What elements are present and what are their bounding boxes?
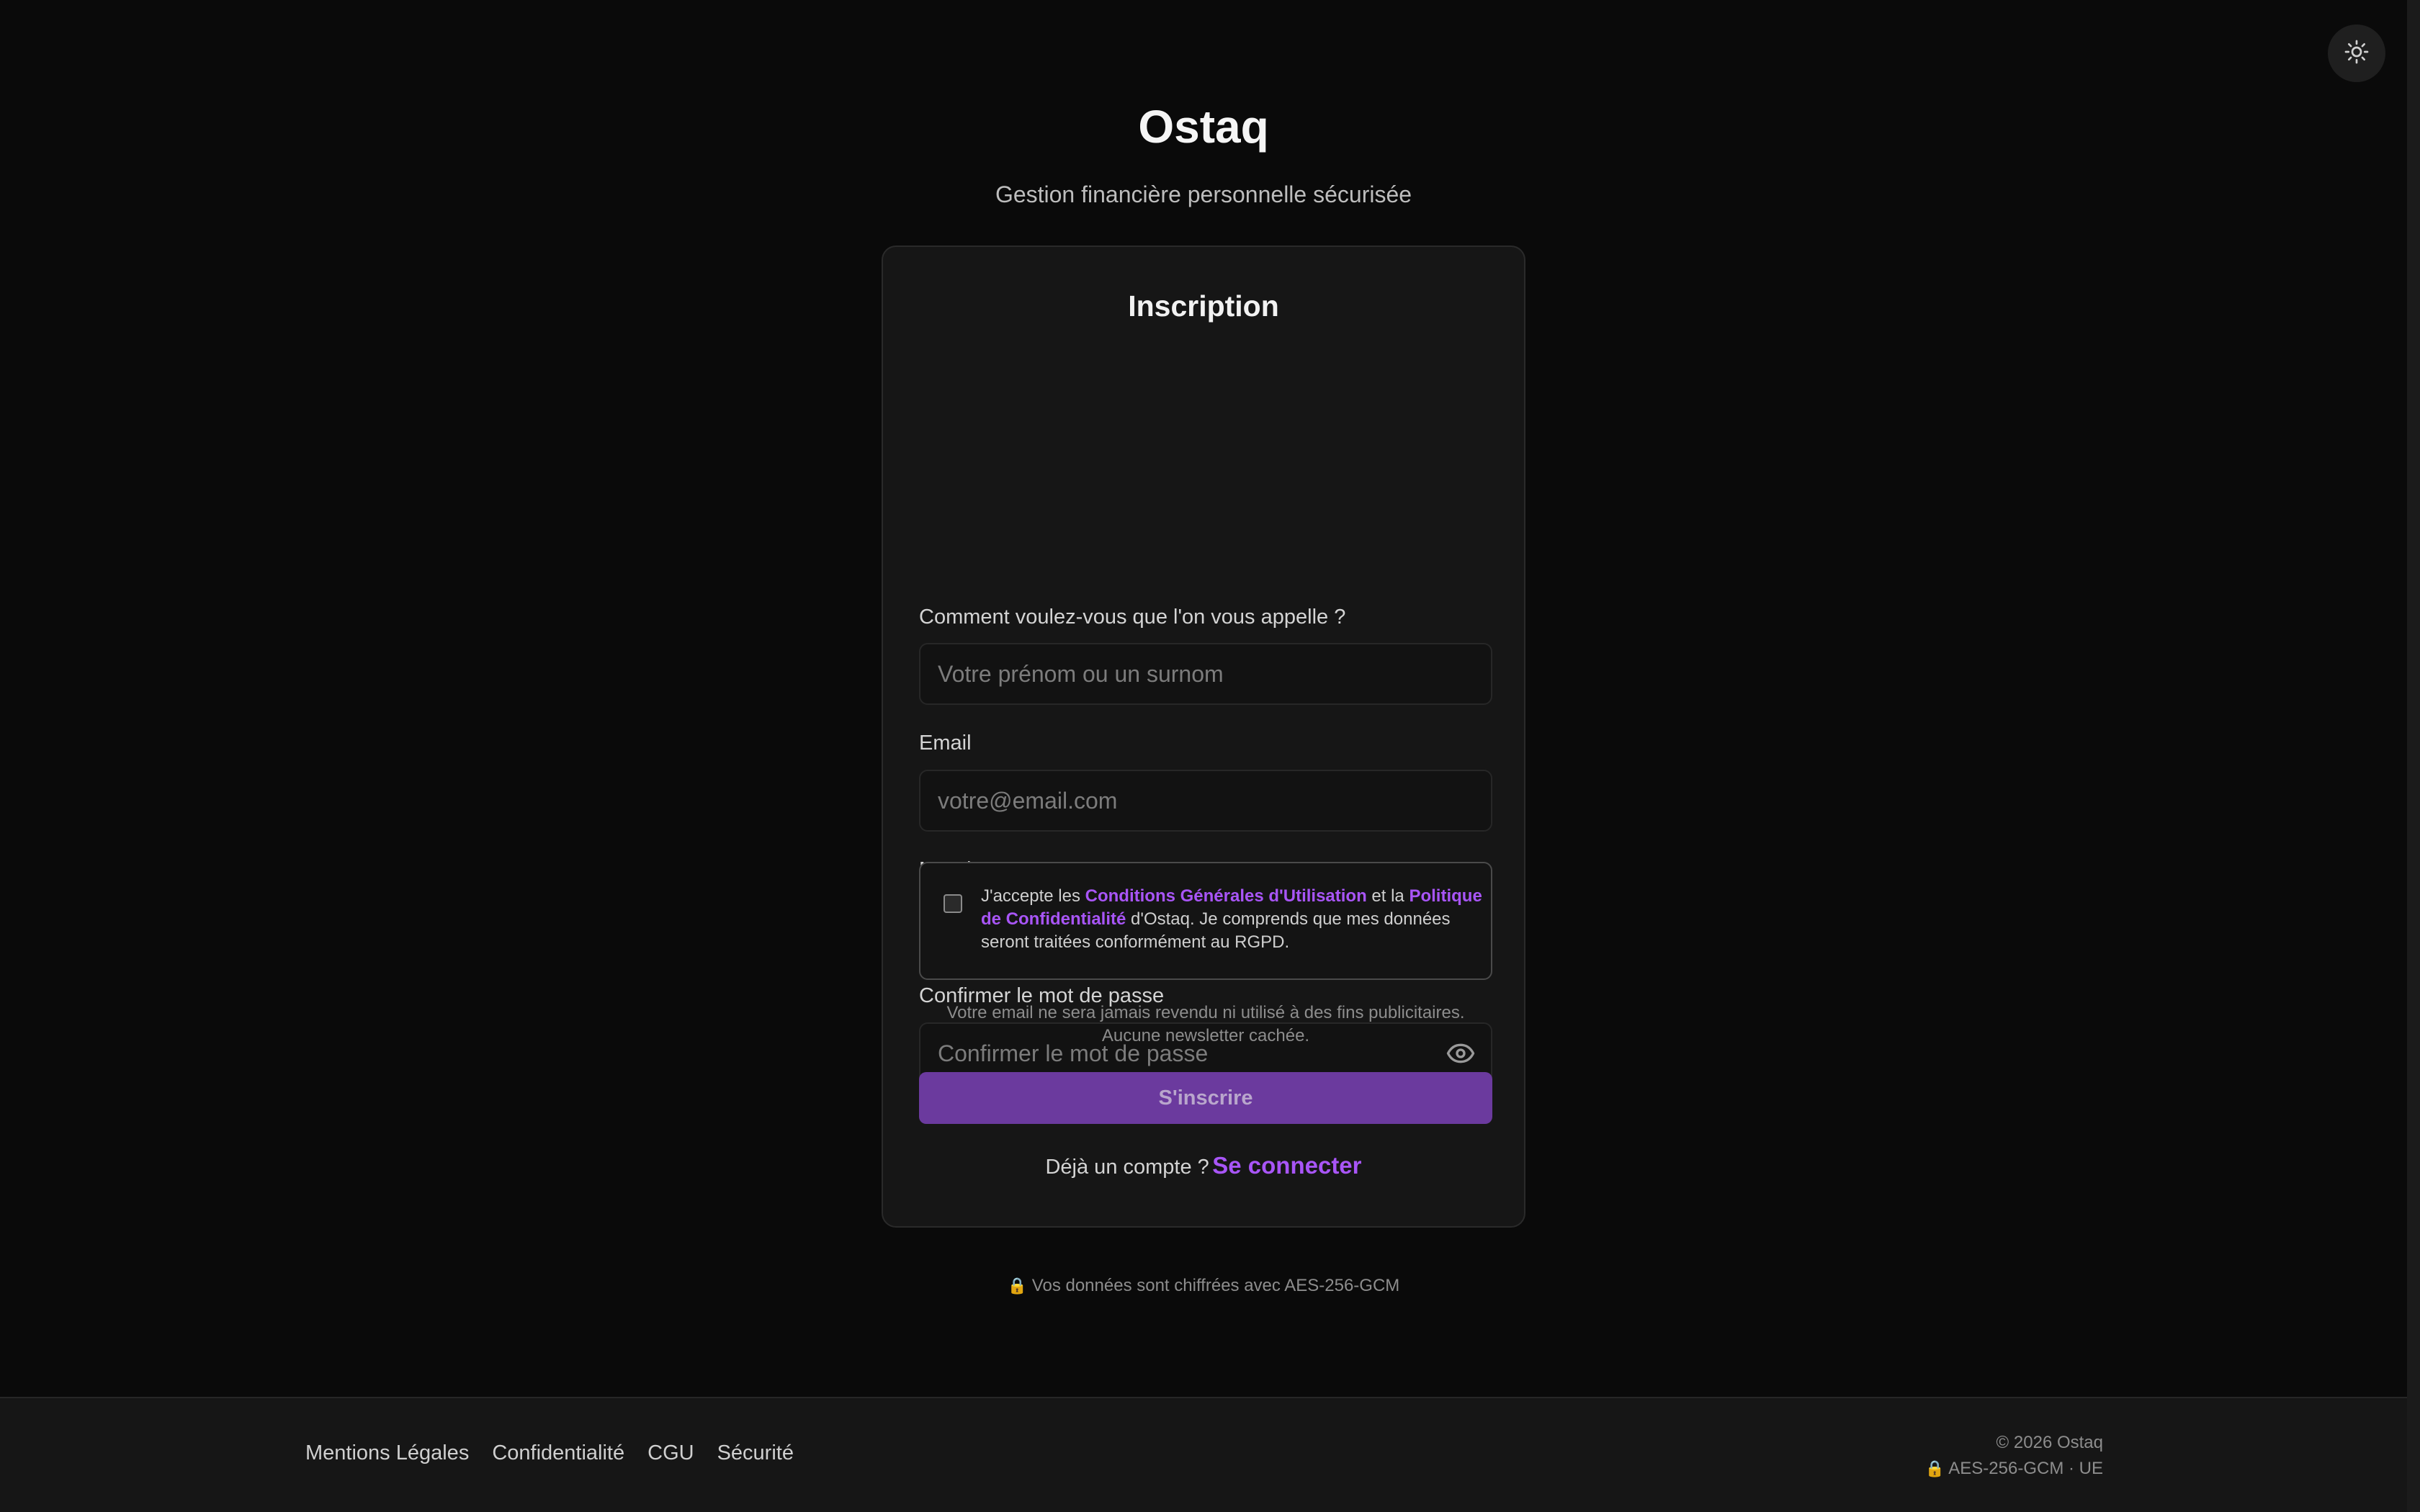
theme-toggle-button[interactable]	[2328, 24, 2385, 82]
email-input[interactable]	[920, 771, 1491, 830]
name-field-wrapper	[919, 643, 1492, 705]
app-subtitle: Gestion financière personnelle sécurisée	[995, 181, 1412, 207]
copyright: © 2026 Ostaq	[1996, 1433, 2103, 1452]
lock-icon: 🔒	[1007, 1277, 1028, 1295]
eye-icon	[1446, 1039, 1475, 1071]
signup-submit-button[interactable]: S'inscrire	[919, 1072, 1492, 1124]
lock-icon: 🔒	[1924, 1459, 1945, 1477]
consent-text: J'accepte les Conditions Générales d'Uti…	[981, 885, 1485, 954]
app-title: Ostaq	[1138, 101, 1269, 153]
consent-text-part: et la	[1366, 886, 1410, 906]
footer-link-legal[interactable]: Mentions Légales	[305, 1439, 469, 1467]
encryption-note-text: Vos données sont chiffrées avec AES-256-…	[1031, 1276, 1400, 1295]
footer-link-cgu[interactable]: CGU	[647, 1439, 694, 1467]
page-header: Ostaq Gestion financière personnelle séc…	[0, 95, 2407, 210]
email-label: Email	[919, 732, 972, 755]
consent-text-part: J'accepte les	[981, 886, 1085, 906]
name-label: Comment voulez-vous que l'on vous appell…	[919, 606, 1346, 629]
encryption-note: 🔒 Vos données sont chiffrées avec AES-25…	[0, 1273, 2407, 1299]
login-link[interactable]: Se connecter	[1212, 1152, 1361, 1179]
footer: Mentions Légales Confidentialité CGU Séc…	[0, 1397, 2407, 1512]
footer-link-security[interactable]: Sécurité	[717, 1439, 794, 1467]
name-input[interactable]	[920, 644, 1491, 703]
scrollbar[interactable]	[2407, 0, 2420, 1512]
security-badge-row: 🔒 AES-256-GCM · UE	[1925, 1456, 2103, 1482]
footer-meta: © 2026 Ostaq 🔒 AES-256-GCM · UE	[1925, 1430, 2103, 1482]
confirm-password-label: Confirmer le mot de passe	[919, 984, 1165, 1007]
email-field-wrapper	[919, 770, 1492, 832]
login-prompt: Déjà un compte ?	[1045, 1156, 1209, 1179]
login-row: Déjà un compte ? Se connecter	[883, 1150, 1524, 1187]
consent-checkbox[interactable]	[944, 894, 962, 913]
cgu-link[interactable]: Conditions Générales d'Utilisation	[1085, 886, 1367, 906]
sun-icon	[2344, 39, 2370, 68]
show-confirm-password-button[interactable]	[1445, 1039, 1476, 1071]
footer-link-privacy[interactable]: Confidentialité	[492, 1439, 624, 1467]
security-badge: AES-256-GCM · UE	[1948, 1459, 2103, 1478]
footer-links: Mentions Légales Confidentialité CGU Séc…	[305, 1439, 794, 1467]
consent-box: J'accepte les Conditions Générales d'Uti…	[919, 862, 1492, 980]
form-title: Inscription	[1128, 289, 1279, 323]
